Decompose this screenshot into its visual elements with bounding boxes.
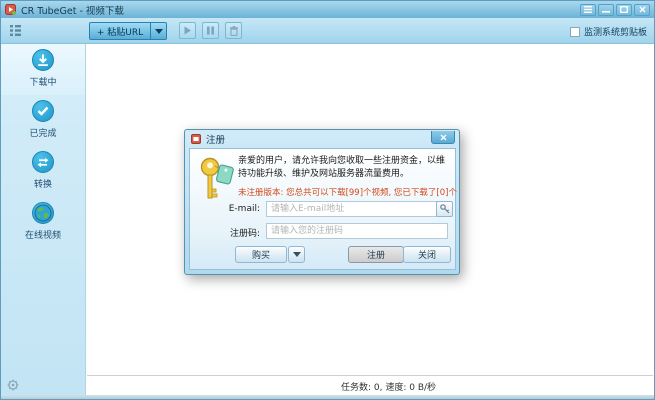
paste-url-button[interactable]: + 粘贴URL [89,22,151,40]
close-icon [440,134,447,141]
maximize-icon [620,6,628,13]
mini-key-icon [440,204,450,214]
dialog-close-button[interactable] [431,131,455,144]
settings-gear-icon[interactable] [7,379,19,391]
play-icon [183,26,192,35]
trash-icon [229,26,239,36]
key-icon [198,157,236,205]
paste-url-group: + 粘贴URL [89,22,167,40]
toolbar: + 粘贴URL [1,18,654,44]
sidebar-item-label: 下载中 [29,75,56,88]
status-text: 任务数: 0, 速度: 0 B/秒 [341,380,436,393]
sidebar-item-label: 在线视频 [25,228,61,241]
sidebar-item-label: 转换 [34,177,52,190]
pause-task-button[interactable] [202,22,219,39]
regcode-label: 注册码: [190,226,260,239]
delete-task-button[interactable] [225,22,242,39]
hamburger-icon [584,6,592,13]
sidebar-item-convert[interactable]: 转换 [1,146,85,197]
pause-icon [206,26,215,35]
download-icon [32,49,54,71]
dialog-close-action-button[interactable]: 关闭 [403,246,451,263]
get-code-button[interactable] [436,201,453,217]
dialog-title: 注册 [206,132,225,146]
status-bar: 任务数: 0, 速度: 0 B/秒 [87,375,653,395]
dialog-message: 亲爱的用户，请允许我向您收取一些注册资金，以维持功能升级、维护及网站服务器流量费… [238,155,450,181]
menu-button[interactable] [580,4,596,16]
dialog-body: 亲爱的用户，请允许我向您收取一些注册资金，以维持功能升级、维护及网站服务器流量费… [189,148,456,270]
email-label: E-mail: [190,204,260,214]
sidebar-item-completed[interactable]: 已完成 [1,95,85,146]
unregistered-notice: 未注册版本: 您总共可以下载[99]个视频, 您已下载了[0]个 [238,186,457,198]
window-bottom-frame [1,395,654,399]
regcode-field[interactable] [266,223,448,239]
maximize-button[interactable] [616,4,632,16]
dialog-titlebar: 注册 [185,130,459,148]
chevron-down-icon [155,29,163,34]
check-icon [32,100,54,122]
clipboard-checkbox[interactable] [570,27,580,37]
register-dialog: 注册 亲爱的用户，请允许我向您收取一些注册资金，以维持功能升级、维护及网站服务器… [184,129,460,275]
task-controls [179,22,242,39]
sidebar-item-label: 已完成 [29,126,56,139]
start-task-button[interactable] [179,22,196,39]
buy-button[interactable]: 购买 [235,246,287,263]
dialog-icon [191,134,201,144]
sidebar: 下载中 已完成 转换 [1,44,86,395]
window-controls [580,4,650,16]
minimize-button[interactable] [598,4,614,16]
close-button[interactable] [634,4,650,16]
minimize-icon [602,6,610,13]
convert-icon [32,151,54,173]
clipboard-checkbox-label: 监测系统剪贴板 [584,25,647,38]
sidebar-item-downloading[interactable]: 下载中 [1,44,85,95]
titlebar: CR TubeGet - 视频下载 [1,1,654,18]
register-button[interactable]: 注册 [348,246,404,263]
email-field[interactable] [266,201,448,217]
app-window: CR TubeGet - 视频下载 [0,0,655,400]
buy-dropdown-button[interactable] [288,246,305,263]
app-logo-icon [5,4,16,15]
close-icon [639,6,646,13]
window-title: CR TubeGet - 视频下载 [21,3,124,17]
chevron-down-icon [293,252,301,257]
sidebar-item-online-video[interactable]: 在线视频 [1,197,85,248]
paste-url-dropdown[interactable] [151,22,167,40]
globe-icon [32,202,54,224]
monitor-clipboard-toggle[interactable]: 监测系统剪贴板 [570,25,647,38]
list-view-icon[interactable] [9,24,22,37]
